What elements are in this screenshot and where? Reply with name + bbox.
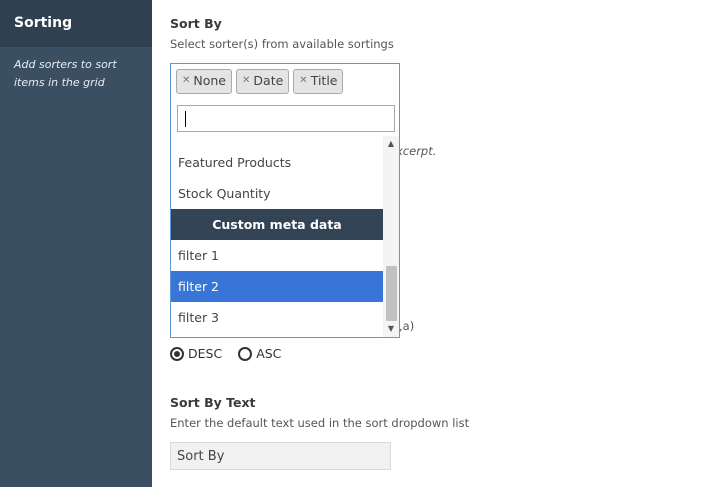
tag-date: ✕ Date [236,69,290,94]
sorter-multiselect[interactable]: ✕ None ✕ Date ✕ Title Featured Products … [170,63,400,338]
main-panel: Sort By Select sorter(s) from available … [152,0,717,487]
tag-label: Date [253,73,284,88]
sidebar-title: Sorting [0,0,152,47]
tag-none: ✕ None [176,69,233,94]
option-filter-3[interactable]: filter 3 [171,302,383,333]
option-stock-quantity[interactable]: Stock Quantity [171,178,383,209]
remove-tag-icon[interactable]: ✕ [242,73,250,93]
dropdown-options: Featured Products Stock Quantity Custom … [171,147,383,338]
sidebar-description: Add sorters to sort items in the grid [14,58,117,89]
remove-tag-icon[interactable]: ✕ [299,73,307,93]
sort-by-text-help: Enter the default text used in the sort … [170,416,470,430]
tag-title: ✕ Title [293,69,344,94]
option-filter-2[interactable]: filter 2 [171,271,383,302]
obscured-text-excerpt: xcerpt. [396,144,437,158]
scroll-down-icon[interactable]: ▼ [383,323,399,335]
order-radio-group: DESC ASC [170,346,297,361]
option-filter-1[interactable]: filter 1 [171,240,383,271]
text-cursor [185,111,186,127]
scrollbar-thumb[interactable] [386,266,397,321]
desc-label: DESC [188,346,223,361]
tag-label: None [193,73,227,88]
sidebar: Sorting Add sorters to sort items in the… [0,0,152,487]
option-group-custom-meta-data: Custom meta data [171,209,383,240]
sort-by-label: Sort By [170,16,222,31]
selected-tags: ✕ None ✕ Date ✕ Title [176,69,344,94]
option-featured-products[interactable]: Featured Products [171,147,383,178]
obscured-text-paren: ,a) [399,319,415,333]
asc-radio[interactable] [238,346,253,361]
sorter-search-input[interactable] [177,105,395,132]
dropdown-scrollbar[interactable]: ▲ ▼ [383,136,399,337]
sort-by-help: Select sorter(s) from available sortings [170,37,394,51]
sort-by-text-input[interactable]: Sort By [170,442,391,470]
desc-radio[interactable] [170,346,184,361]
tag-label: Title [310,73,338,88]
sort-by-text-label: Sort By Text [170,395,256,410]
asc-label: ASC [256,346,282,361]
scroll-up-icon[interactable]: ▲ [383,138,399,150]
remove-tag-icon[interactable]: ✕ [182,73,190,93]
